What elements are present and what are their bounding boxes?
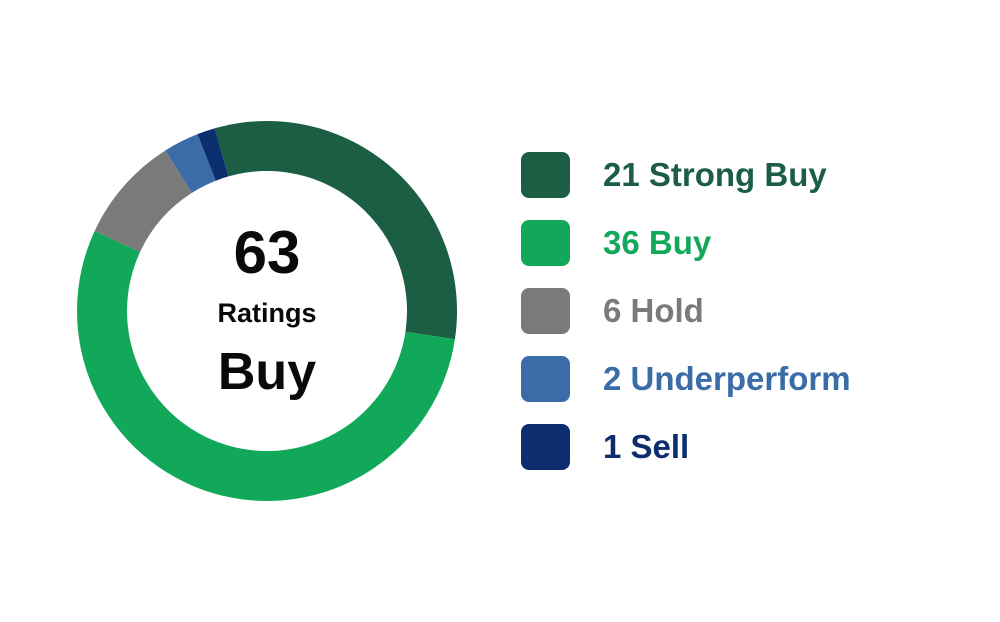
consensus-rating: Buy <box>217 343 317 401</box>
legend-swatch-strong-buy <box>521 152 570 198</box>
legend-item-buy: 36 Buy <box>521 220 981 266</box>
legend-item-strong-buy: 21 Strong Buy <box>521 152 981 198</box>
legend-item-underperform: 2 Underperform <box>521 356 981 402</box>
legend-swatch-underperform <box>521 356 570 402</box>
legend-label-buy: 36 Buy <box>603 224 712 261</box>
legend-label-sell: 1 Sell <box>603 428 690 465</box>
ratings-chart: 63 Ratings Buy 21 Strong Buy 36 Buy 6 Ho… <box>0 0 1000 622</box>
legend-swatch-sell <box>521 424 570 470</box>
total-ratings-count: 63 <box>233 219 301 286</box>
legend-swatch-hold <box>521 288 570 334</box>
legend-item-sell: 1 Sell <box>521 424 981 470</box>
legend-label-strong-buy: 21 Strong Buy <box>603 156 827 193</box>
legend-label-hold: 6 Hold <box>603 292 704 329</box>
total-ratings-label: Ratings <box>217 298 317 328</box>
legend-label-underperform: 2 Underperform <box>603 360 851 397</box>
legend: 21 Strong Buy 36 Buy 6 Hold 2 Underperfo… <box>521 152 981 492</box>
legend-item-hold: 6 Hold <box>521 288 981 334</box>
legend-swatch-buy <box>521 220 570 266</box>
